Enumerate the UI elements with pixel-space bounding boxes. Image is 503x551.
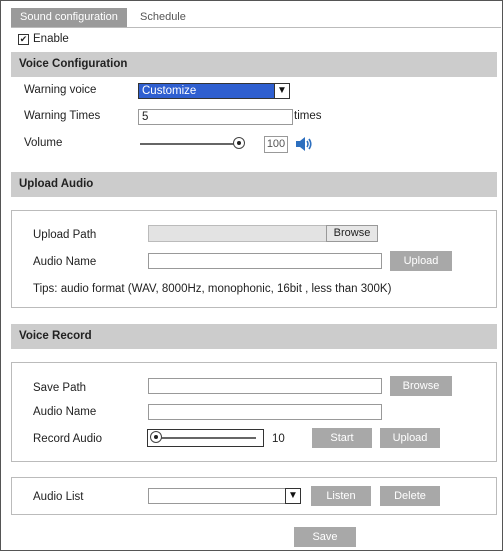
warning-times-input[interactable]: 5 [138, 109, 293, 125]
tab-sound-configuration[interactable]: Sound configuration [11, 8, 127, 27]
audio-list-label: Audio List [33, 491, 84, 503]
record-upload-button[interactable]: Upload [380, 428, 440, 448]
voice-record-header: Voice Record [11, 324, 497, 349]
record-duration-value: 10 [272, 433, 285, 445]
volume-label: Volume [24, 137, 63, 149]
upload-browse-button[interactable]: Browse [326, 225, 378, 242]
start-record-button[interactable]: Start [312, 428, 372, 448]
audio-list-select[interactable] [148, 488, 289, 504]
upload-audio-header: Upload Audio [11, 172, 497, 197]
save-path-label: Save Path [33, 382, 87, 394]
record-audio-name-input[interactable] [148, 404, 382, 420]
save-path-input[interactable] [148, 378, 382, 394]
save-button[interactable]: Save [294, 527, 356, 547]
times-unit-label: times [294, 110, 322, 122]
enable-checkbox[interactable]: ✔ [18, 33, 29, 45]
warning-times-label: Warning Times [24, 110, 101, 122]
record-audio-label: Record Audio [33, 433, 103, 445]
save-path-browse-button[interactable]: Browse [390, 376, 452, 396]
listen-button[interactable]: Listen [311, 486, 371, 506]
enable-label: Enable [33, 33, 69, 45]
volume-value: 100 [264, 136, 288, 153]
upload-audio-name-label: Audio Name [33, 256, 97, 268]
chevron-down-icon[interactable]: ▼ [274, 83, 290, 99]
volume-slider-knob[interactable] [233, 137, 245, 149]
upload-tips: Tips: audio format (WAV, 8000Hz, monopho… [33, 283, 392, 295]
upload-audio-name-input[interactable] [148, 253, 382, 269]
voice-configuration-header: Voice Configuration [11, 52, 497, 77]
upload-button[interactable]: Upload [390, 251, 452, 271]
warning-voice-label: Warning voice [24, 84, 97, 96]
record-audio-name-label: Audio Name [33, 406, 97, 418]
record-slider-track[interactable] [158, 437, 256, 439]
speaker-icon[interactable] [295, 136, 313, 152]
record-slider-knob[interactable] [150, 431, 162, 443]
volume-slider-track[interactable] [140, 143, 240, 145]
delete-button[interactable]: Delete [380, 486, 440, 506]
tab-schedule[interactable]: Schedule [131, 8, 195, 27]
upload-path-field[interactable] [148, 225, 328, 242]
enable-row: ✔ Enable [18, 33, 69, 45]
warning-voice-select[interactable]: Customize [138, 83, 276, 99]
tab-bar: Sound configuration Schedule [11, 8, 501, 28]
upload-path-label: Upload Path [33, 229, 97, 241]
chevron-down-icon[interactable]: ▼ [285, 488, 301, 504]
